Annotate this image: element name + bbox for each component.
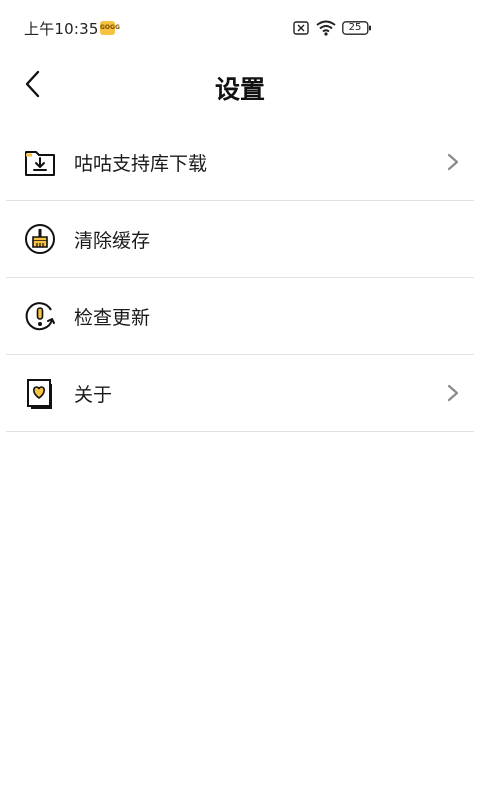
header: 设置 — [0, 56, 480, 116]
settings-list: 咕咕支持库下载 清除缓存 检查更新 关于 — [6, 124, 474, 432]
settings-item-support-library-download[interactable]: 咕咕支持库下载 — [6, 124, 474, 201]
settings-item-check-update[interactable]: 检查更新 — [6, 278, 474, 355]
chevron-right-icon — [447, 153, 459, 171]
settings-item-label: 清除缓存 — [74, 230, 151, 252]
sim-off-icon — [293, 21, 309, 35]
settings-item-label: 咕咕支持库下载 — [74, 153, 208, 175]
settings-item-clear-cache[interactable]: 清除缓存 — [6, 201, 474, 278]
chevron-right-icon — [447, 384, 459, 402]
update-alert-icon — [25, 302, 55, 331]
broom-icon — [25, 224, 55, 254]
wifi-icon — [316, 20, 336, 36]
settings-item-about[interactable]: 关于 — [6, 355, 474, 432]
download-folder-icon — [25, 151, 55, 176]
page-title: 设置 — [214, 75, 265, 104]
battery-level: 25 — [348, 22, 362, 33]
status-bar: 上午10:35 GOGG 25 — [0, 0, 480, 56]
heart-book-icon — [27, 379, 52, 409]
app-notification-icon: GOGG — [100, 21, 120, 35]
status-time: 上午10:35 — [24, 20, 99, 38]
settings-item-label: 检查更新 — [74, 307, 151, 329]
settings-item-label: 关于 — [74, 384, 113, 406]
